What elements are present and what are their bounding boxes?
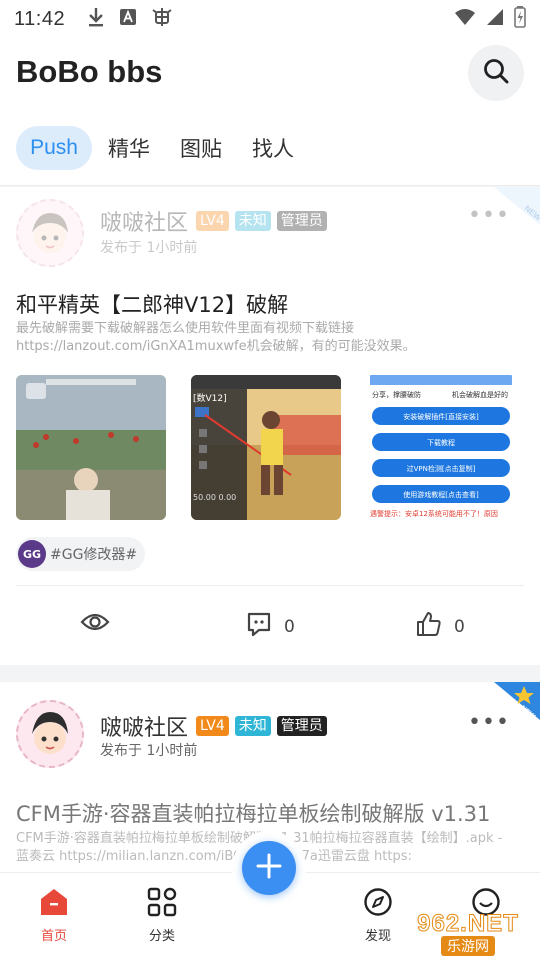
topic-app-icon: GG <box>18 540 46 568</box>
nav-home[interactable]: 首页 <box>14 887 94 944</box>
admin-badge: 管理员 <box>276 211 327 231</box>
download-icon <box>87 6 105 32</box>
thumb-button-label: 下载教程 <box>427 438 455 447</box>
post-title[interactable]: 和平精英【二郎神V12】破解 <box>16 289 288 319</box>
thumb-button-label: 过VPN检测[点击复制] <box>407 464 476 473</box>
home-icon <box>38 887 70 921</box>
post-excerpt: 最先破解需要下载破解器怎么使用软件里面有视频下载链接 https://lanzo… <box>16 321 416 354</box>
site-watermark: 962.NET 乐游网 <box>400 908 536 958</box>
search-icon <box>482 57 510 89</box>
nav-categories[interactable]: 分类 <box>122 887 202 944</box>
tab-push[interactable]: Push <box>16 126 92 170</box>
tab-image-posts[interactable]: 图贴 <box>176 126 226 170</box>
author-row: 啵啵社区 LV4 未知 管理员 <box>100 710 327 742</box>
thumb-warning: 遇警提示：安卓12系统可能用不了！原因 <box>370 509 498 518</box>
level-badge: LV4 <box>196 211 229 231</box>
tab-find-people[interactable]: 找人 <box>248 126 298 170</box>
plus-icon <box>255 852 283 884</box>
post-time: 发布于 1小时前 <box>100 240 198 256</box>
search-button[interactable] <box>468 45 524 101</box>
battery-icon <box>514 6 526 32</box>
status-notification-icons <box>87 6 173 32</box>
thumb-value: 50.00 0.00 <box>193 493 236 502</box>
feed-tabs: Push 精华 图贴 找人 <box>0 112 540 186</box>
post-time: 发布于 1小时前 <box>100 743 198 759</box>
thumb-button-label: 使用游戏教程[点击查看] <box>403 490 479 499</box>
admin-badge: 管理员 <box>276 716 327 736</box>
post-card[interactable]: 啵啵社区 LV4 未知 管理员 发布于 1小时前 ••• NEW 和平精英【二郎… <box>0 187 540 665</box>
compass-icon <box>363 887 393 921</box>
like-action[interactable]: 0 <box>416 611 465 642</box>
thumbs-up-icon <box>416 611 442 642</box>
signal-icon <box>486 8 504 30</box>
status-time: 11:42 <box>14 7 66 30</box>
card-divider <box>16 585 524 586</box>
app-a-icon <box>119 8 137 30</box>
comment-icon <box>246 611 272 642</box>
post-image-thumbnail[interactable]: 分享，撑腰破防 机会破解血是好的 安装破解插件[直接安装] 下载教程 过VPN检… <box>366 375 516 520</box>
nav-home-label: 首页 <box>40 929 67 944</box>
likes-count: 0 <box>454 616 465 637</box>
author-name[interactable]: 啵啵社区 <box>100 710 188 742</box>
topic-tag[interactable]: GG #GG修改器# <box>16 537 146 571</box>
comments-count: 0 <box>284 616 295 637</box>
watermark-logo-text: 962.NET <box>417 910 519 938</box>
watermark-site-name: 乐游网 <box>441 936 495 956</box>
nav-categories-label: 分类 <box>148 929 175 944</box>
topic-tag-label: #GG修改器# <box>50 547 138 563</box>
tab-featured[interactable]: 精华 <box>104 126 154 170</box>
post-image-thumbnail[interactable] <box>16 375 166 520</box>
avatar[interactable] <box>16 199 84 267</box>
app-header: BoBo bbs <box>0 38 540 112</box>
comments-action[interactable]: 0 <box>246 611 295 642</box>
avatar[interactable] <box>16 700 84 768</box>
author-name[interactable]: 啵啵社区 <box>100 205 188 237</box>
unknown-badge: 未知 <box>234 211 271 231</box>
app-title: BoBo bbs <box>16 54 163 89</box>
bug-icon <box>151 6 173 32</box>
post-title[interactable]: CFM手游·容器直装帕拉梅拉单板绘制破解版 v1.31 <box>16 798 490 828</box>
thumb-header-text-2: 机会破解血是好的 <box>452 390 508 399</box>
status-system-icons <box>454 6 526 32</box>
new-ribbon: NEW <box>494 682 540 720</box>
views-action[interactable] <box>80 611 122 638</box>
app-screen: 11:42 BoBo bbs Push 精华 图贴 找人 啵啵社区 LV4 未知… <box>0 0 540 960</box>
post-image-thumbnail[interactable]: [数V12] 50.00 0.00 <box>191 375 341 520</box>
create-post-button[interactable] <box>242 841 296 895</box>
eye-icon <box>80 611 110 638</box>
unknown-badge: 未知 <box>234 716 271 736</box>
level-badge: LV4 <box>196 716 229 736</box>
nav-discover-label: 发现 <box>364 929 391 944</box>
thumb-button-label: 安装破解插件[直接安装] <box>403 412 479 421</box>
status-bar: 11:42 <box>0 0 540 38</box>
grid-icon <box>147 887 177 921</box>
new-ribbon: NEW <box>494 187 540 225</box>
wifi-icon <box>454 8 476 30</box>
thumb-header-text: 分享，撑腰破防 <box>372 390 421 399</box>
thumb-caption: [数V12] <box>193 392 227 404</box>
author-row: 啵啵社区 LV4 未知 管理员 <box>100 205 327 237</box>
